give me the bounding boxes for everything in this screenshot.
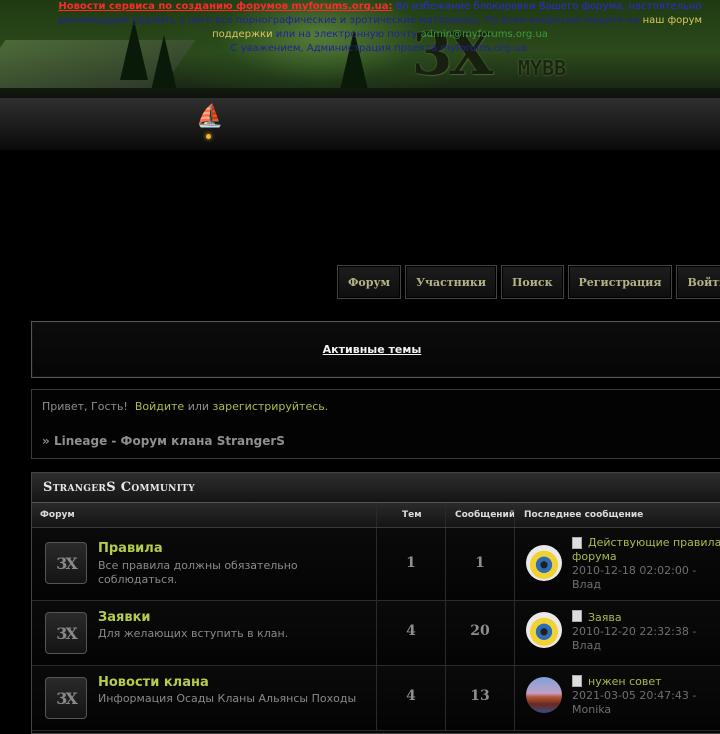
- notice-text: рекомендуем удалить с него все порнограф…: [57, 15, 640, 26]
- user-avatar[interactable]: [526, 612, 562, 648]
- divider: [445, 503, 446, 527]
- forum-status-icon: 3X: [45, 542, 87, 584]
- site-logo-sub: MYBB: [518, 56, 567, 80]
- divider: [514, 528, 515, 600]
- banner-ground: [0, 98, 720, 150]
- col-last-post: Последнее сообщение: [524, 510, 644, 520]
- nav-search[interactable]: Поиск: [501, 265, 564, 299]
- or-text: или: [187, 400, 210, 413]
- active-topics-box: Активные темы: [31, 321, 720, 378]
- service-notice: Новости сервиса по созданию форумов myfo…: [40, 0, 720, 56]
- last-post-meta: 2010-12-18 02:02:00 - Влад: [572, 564, 697, 591]
- ship-icon: ⛵: [196, 104, 224, 129]
- divider: [514, 666, 515, 730]
- divider: [514, 503, 515, 527]
- category-title[interactable]: StrangerS Community: [32, 473, 720, 503]
- forum-topic-count: 1: [406, 555, 416, 571]
- nav-login[interactable]: Войти: [676, 265, 720, 299]
- forum-description: Информация Осады Кланы Альянсы Походы: [98, 692, 357, 705]
- last-post-meta: 2021-03-05 20:47:43 - Monika: [572, 689, 697, 716]
- forum-post-count: 13: [470, 688, 490, 704]
- forum-title-link[interactable]: Правила: [98, 541, 163, 556]
- forum-topic-count: 4: [406, 623, 416, 639]
- last-post-meta: 2010-12-20 22:32:38 - Влад: [572, 625, 697, 652]
- forum-status-icon: 3X: [45, 677, 87, 719]
- forum-title-link[interactable]: Новости клана: [98, 675, 209, 690]
- guest-greeting: Привет, Гость! Войдите или зарегистрируй…: [42, 400, 328, 413]
- register-link[interactable]: зарегистрируйтесь.: [213, 400, 329, 413]
- notice-text: Во избежание блокировки Вашего форума, н…: [395, 1, 702, 12]
- nav-members[interactable]: Участники: [405, 265, 497, 299]
- breadcrumb: » Lineage - Форум клана StrangerS: [42, 434, 285, 448]
- user-avatar[interactable]: [526, 545, 562, 581]
- nav-register[interactable]: Регистрация: [567, 265, 673, 299]
- forum-title-link[interactable]: Заявки: [98, 610, 151, 625]
- forum-row: 3X Новости клана Информация Осады Кланы …: [32, 666, 720, 731]
- col-posts: Сообщений: [455, 510, 516, 520]
- divider: [376, 503, 377, 527]
- forum-post-count: 1: [475, 555, 485, 571]
- breadcrumb-home-link[interactable]: Lineage - Форум клана StrangerS: [54, 434, 285, 448]
- forum-row: 3X Заявки Для желающих вступить в клан. …: [32, 601, 720, 666]
- col-topics: Тем: [402, 510, 422, 520]
- notice-support-link[interactable]: наш форум: [643, 15, 702, 26]
- main-nav: Форум Участники Поиск Регистрация Войти: [337, 265, 720, 299]
- notice-text: поддержки: [212, 29, 273, 40]
- forum-topic-count: 4: [406, 688, 416, 704]
- col-forum: Форум: [40, 510, 75, 520]
- notice-title-link[interactable]: Новости сервиса по созданию форумов myfo…: [58, 1, 392, 12]
- notice-text: или на электронную почту: [275, 29, 418, 40]
- active-topics-link[interactable]: Активные темы: [32, 343, 712, 356]
- notice-text: С уважением, Администрация проекта myfor…: [230, 43, 530, 54]
- greeting-text: Привет, Гость!: [42, 400, 128, 413]
- forum-description: Для желающих вступить в клан.: [98, 627, 289, 640]
- last-post-topic-link[interactable]: Действующие правила форума: [572, 536, 720, 564]
- forum-post-count: 20: [470, 623, 490, 639]
- breadcrumb-separator: »: [42, 434, 50, 448]
- user-avatar[interactable]: [526, 677, 562, 713]
- forum-row: 3X Правила Все правила должны обязательн…: [32, 528, 720, 601]
- login-link[interactable]: Войдите: [135, 400, 184, 413]
- divider: [514, 601, 515, 665]
- last-post-topic-link[interactable]: Заява: [572, 611, 720, 625]
- nav-forum[interactable]: Форум: [337, 265, 402, 299]
- forum-category: StrangerS Community Форум Тем Сообщений …: [31, 472, 720, 734]
- notice-email-link[interactable]: admin@myforums.org.ua: [421, 29, 548, 40]
- last-post-topic-link[interactable]: нужен совет: [572, 675, 720, 689]
- column-header: Форум Тем Сообщений Последнее сообщение: [32, 503, 720, 528]
- spark-decoration: [206, 134, 211, 139]
- welcome-panel: Привет, Гость! Войдите или зарегистрируй…: [31, 389, 720, 459]
- forum-description: Все правила должны обязательно соблюдать…: [98, 559, 298, 586]
- forum-status-icon: 3X: [45, 612, 87, 654]
